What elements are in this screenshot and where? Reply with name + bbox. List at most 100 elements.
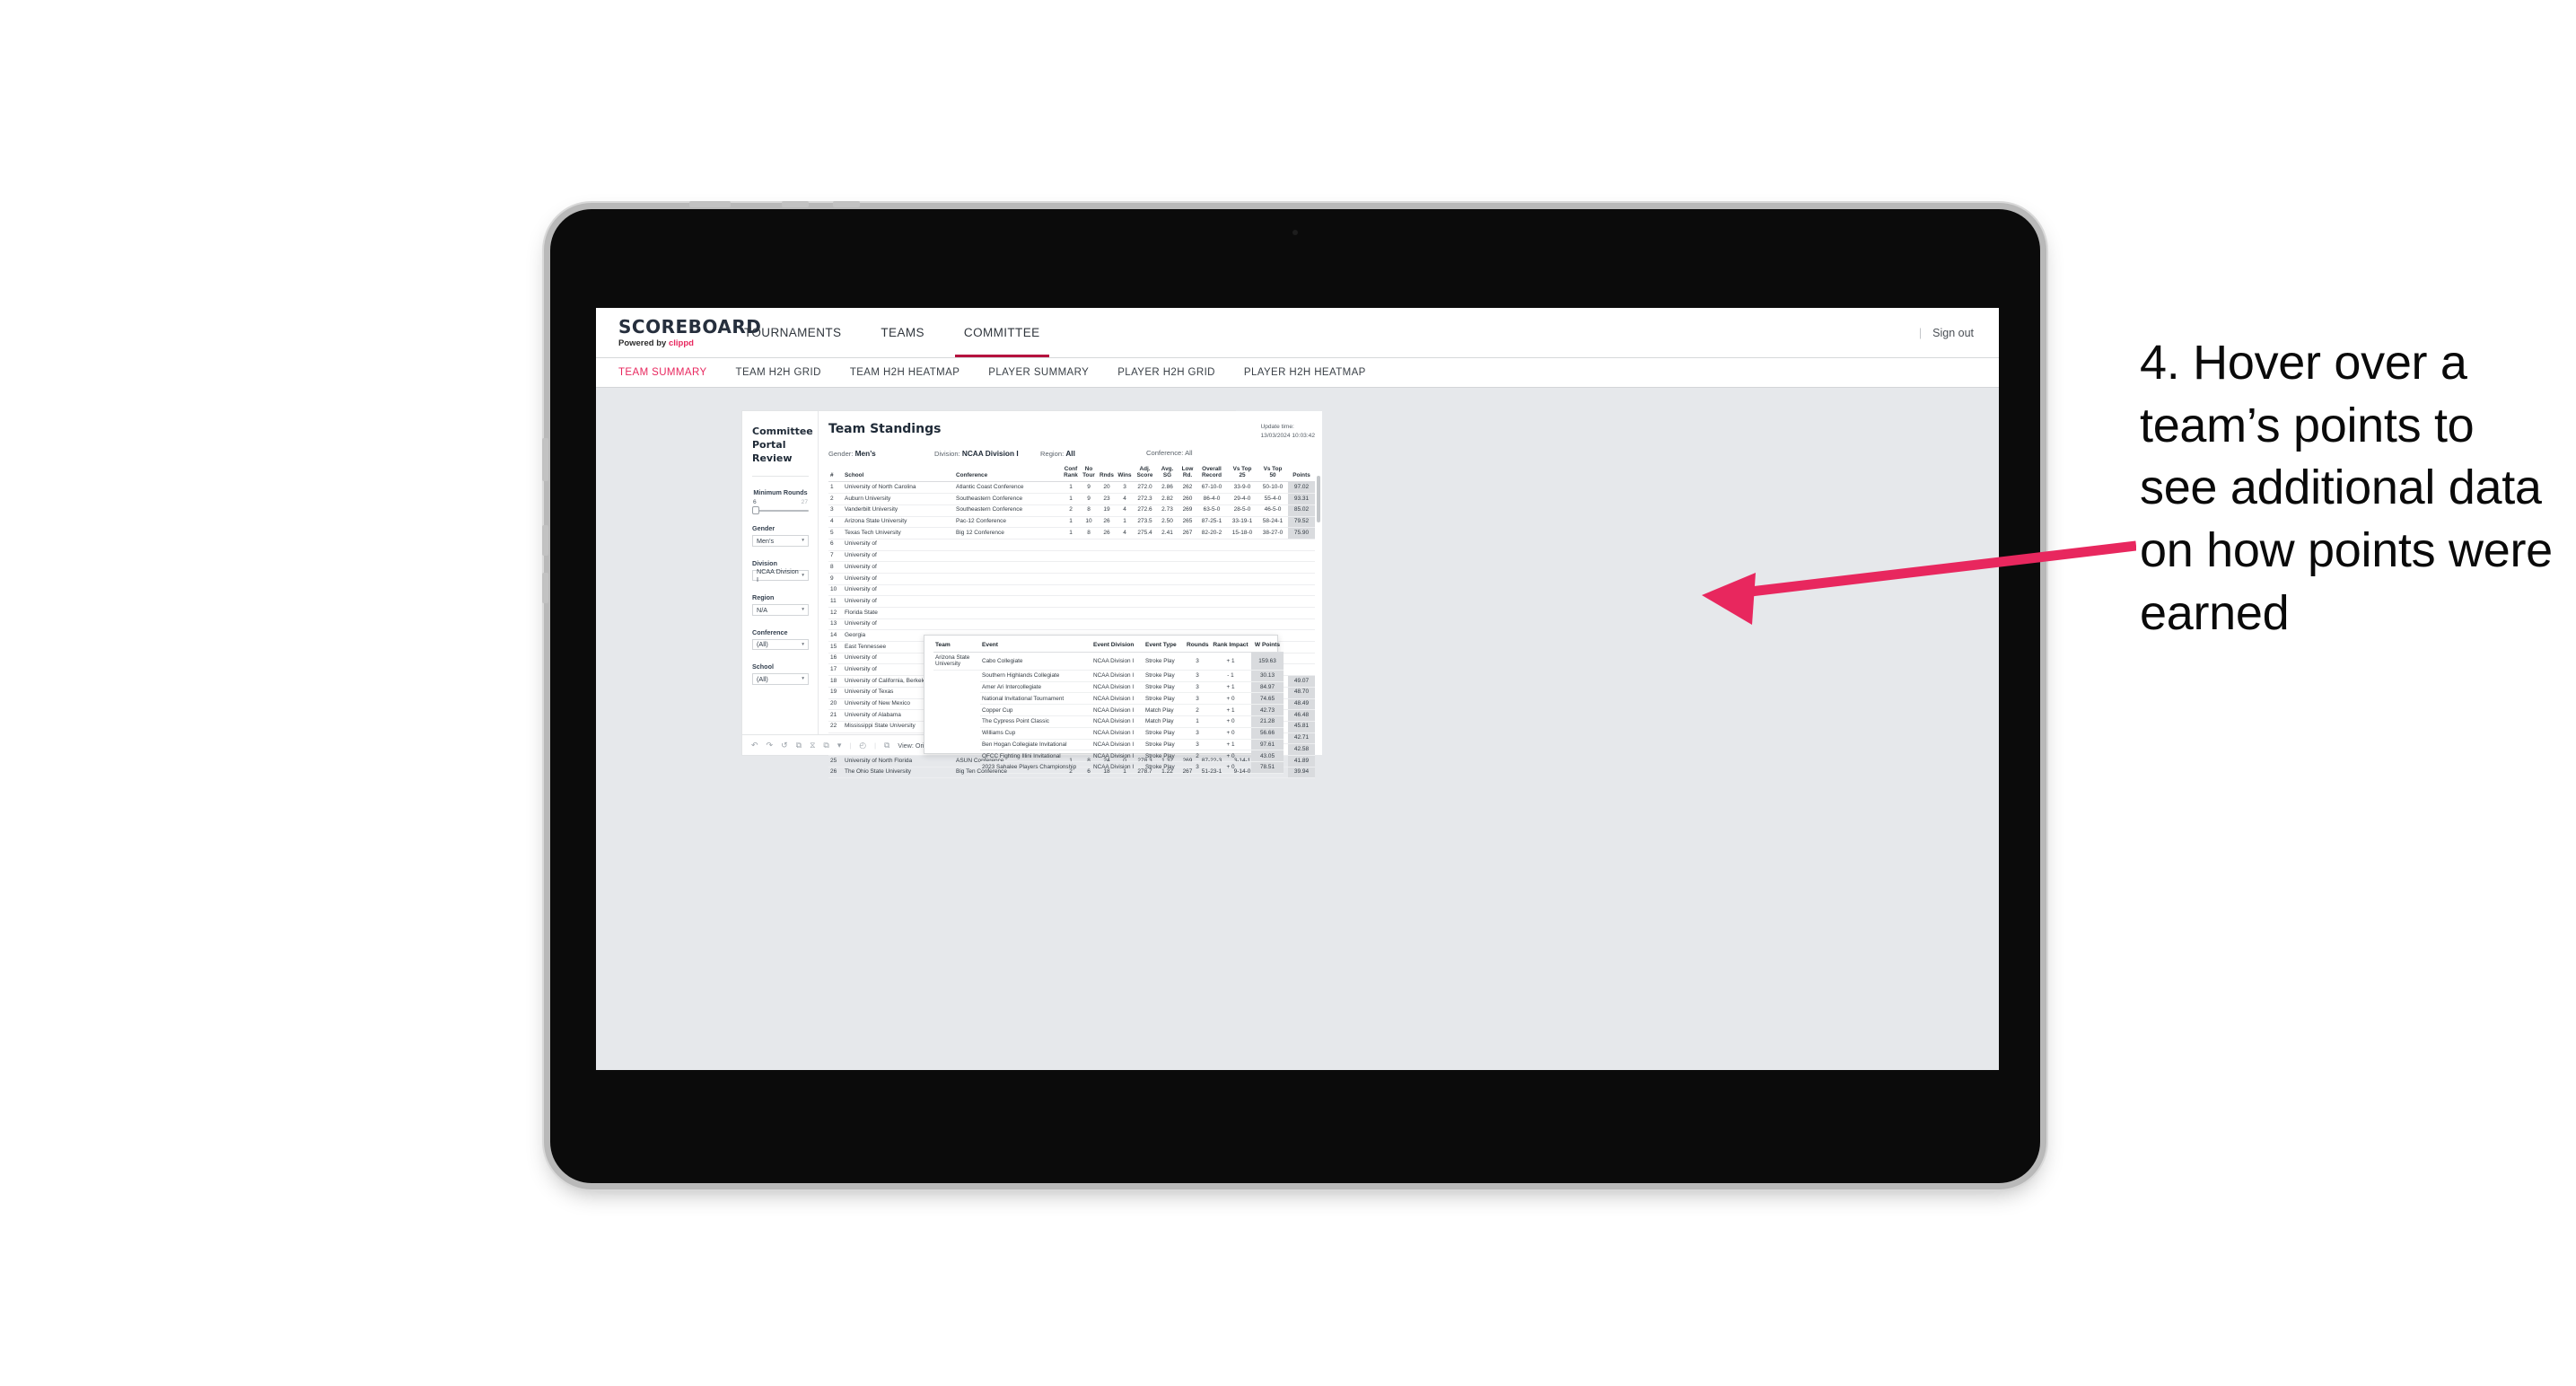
- slider-handle[interactable]: [752, 506, 759, 515]
- tab-team-h2h-grid[interactable]: TEAM H2H GRID: [736, 367, 821, 378]
- cell-points[interactable]: 75.90: [1288, 527, 1315, 539]
- nav-item-tournaments[interactable]: TOURNAMENTS: [724, 308, 861, 357]
- tab-player-h2h-grid[interactable]: PLAYER H2H GRID: [1117, 367, 1215, 378]
- tab-team-summary[interactable]: TEAM SUMMARY: [618, 367, 707, 378]
- cell-points[interactable]: 49.07: [1288, 675, 1315, 688]
- refresh-data-icon[interactable]: ⧉: [796, 741, 802, 750]
- standings-col-no_tour[interactable]: No Tour: [1080, 466, 1098, 483]
- standings-col-rnds[interactable]: Rnds: [1098, 466, 1116, 483]
- standings-col-vs_top_25[interactable]: Vs Top 25: [1227, 466, 1257, 483]
- cell-school: University of: [843, 595, 954, 608]
- table-row[interactable]: 7 University of: [828, 550, 1315, 563]
- table-row[interactable]: 6 University of: [828, 539, 1315, 551]
- cell-points[interactable]: [1288, 629, 1315, 643]
- cell-points[interactable]: [1288, 573, 1315, 585]
- division-select[interactable]: NCAA Division I ▾: [752, 567, 809, 583]
- cell-low_rd: 267: [1178, 527, 1196, 539]
- cell-adj_score: 275.4: [1134, 527, 1156, 539]
- cell-overall_record: 86-4-0: [1196, 493, 1227, 505]
- cell-points[interactable]: 48.70: [1288, 687, 1315, 699]
- table-row[interactable]: 2 Auburn University Southeastern Conferenc…: [828, 493, 1315, 505]
- standings-col-wins[interactable]: Wins: [1116, 466, 1134, 483]
- standings-col-avg_sg[interactable]: Avg. SG: [1156, 466, 1178, 483]
- nav-item-committee[interactable]: COMMITTEE: [944, 308, 1060, 357]
- table-row[interactable]: 1 University of North Carolina Atlantic Co…: [828, 481, 1315, 495]
- cell-points[interactable]: 39.94: [1288, 767, 1315, 779]
- cell-points[interactable]: [1288, 561, 1315, 574]
- minimum-rounds-slider[interactable]: [752, 506, 809, 515]
- nav-item-teams[interactable]: TEAMS: [861, 308, 944, 357]
- table-row[interactable]: 3 Vanderbilt University Southeastern Confe…: [828, 504, 1315, 517]
- chevron-down-icon[interactable]: ▾: [837, 741, 842, 750]
- cell-points[interactable]: 45.81: [1288, 721, 1315, 733]
- standings-col-overall_record[interactable]: Overall Record: [1196, 466, 1227, 483]
- table-row[interactable]: 9 University of: [828, 573, 1315, 585]
- gender-select[interactable]: Men’s ▾: [752, 535, 809, 547]
- device-layout-icon[interactable]: ⧉: [823, 741, 828, 750]
- sign-out-link[interactable]: Sign out: [1932, 327, 1974, 339]
- cell-rank: 3: [828, 504, 843, 517]
- table-scrollbar[interactable]: [1317, 476, 1320, 522]
- table-row[interactable]: 12 Florida State: [828, 607, 1315, 619]
- cell-points[interactable]: [1288, 539, 1315, 551]
- tooltip-row: Arizona State University Cabo Collegiate N…: [933, 652, 1284, 671]
- standings-col-conference[interactable]: Conference: [954, 466, 1062, 483]
- cell-points[interactable]: 97.02: [1288, 481, 1315, 495]
- standings-col-conf_rank[interactable]: Conf Rank: [1062, 466, 1080, 483]
- table-row[interactable]: 13 University of: [828, 618, 1315, 631]
- cell-points[interactable]: [1288, 550, 1315, 563]
- tab-team-h2h-heatmap[interactable]: TEAM H2H HEATMAP: [850, 367, 959, 378]
- pause-updates-icon[interactable]: ⧖: [810, 741, 815, 750]
- cell-points[interactable]: 85.02: [1288, 504, 1315, 517]
- cell-points[interactable]: 42.58: [1288, 743, 1315, 756]
- table-row[interactable]: 11 University of: [828, 595, 1315, 608]
- cell-points[interactable]: 46.48: [1288, 709, 1315, 722]
- cell-adj_score: [1134, 539, 1156, 551]
- cell-vs_top_50: [1257, 595, 1288, 608]
- conference-select[interactable]: (All) ▾: [752, 638, 809, 651]
- school-select[interactable]: (All) ▾: [752, 673, 809, 685]
- cell-points[interactable]: 41.89: [1288, 755, 1315, 768]
- tooltip-event-type: Stroke Play: [1143, 692, 1185, 706]
- cell-rank: 2: [828, 493, 843, 505]
- cell-vs_top_25: 33-9-0: [1227, 481, 1257, 495]
- cell-points[interactable]: 42.71: [1288, 732, 1315, 745]
- undo-icon[interactable]: ↶: [751, 741, 758, 750]
- view-icon[interactable]: ⧉: [884, 741, 889, 750]
- cell-points[interactable]: [1288, 595, 1315, 608]
- tab-player-summary[interactable]: PLAYER SUMMARY: [988, 367, 1089, 378]
- cell-points[interactable]: 93.31: [1288, 493, 1315, 505]
- cell-points[interactable]: [1288, 618, 1315, 631]
- standings-col-rank[interactable]: #: [828, 466, 843, 483]
- app-logo[interactable]: SCOREBOARD Powered by clippd: [596, 308, 761, 357]
- cell-points[interactable]: [1288, 663, 1315, 677]
- redo-icon[interactable]: ↷: [767, 741, 774, 750]
- standings-col-school[interactable]: School: [843, 466, 954, 483]
- table-row[interactable]: 10 University of: [828, 584, 1315, 597]
- standings-col-vs_top_50[interactable]: Vs Top 50: [1257, 466, 1288, 483]
- history-icon[interactable]: ◴: [859, 741, 866, 750]
- division-label: Division: [752, 558, 777, 567]
- standings-col-points[interactable]: Points: [1288, 466, 1315, 483]
- standings-col-adj_score[interactable]: Adj. Score: [1134, 466, 1156, 483]
- cell-points[interactable]: [1288, 607, 1315, 619]
- tooltip-event: OFCC Fighting Illini Invitational: [980, 750, 1091, 763]
- cell-rnds: [1098, 561, 1116, 574]
- revert-icon[interactable]: ↺: [781, 741, 788, 750]
- tooltip-rounds: 2: [1185, 704, 1210, 716]
- region-select[interactable]: N/A ▾: [752, 604, 809, 616]
- cell-points[interactable]: [1288, 653, 1315, 665]
- table-row[interactable]: 8 University of: [828, 561, 1315, 574]
- cell-vs_top_50: [1257, 539, 1288, 551]
- table-row[interactable]: 5 Texas Tech University Big 12 Conference 1…: [828, 527, 1315, 539]
- standings-col-low_rd[interactable]: Low Rd.: [1178, 466, 1196, 483]
- cell-points[interactable]: 79.52: [1288, 516, 1315, 529]
- cell-adj_score: [1134, 595, 1156, 608]
- cell-points[interactable]: 48.49: [1288, 698, 1315, 711]
- table-row[interactable]: 4 Arizona State University Pac-12 Conferen…: [828, 516, 1315, 529]
- cell-wins: 4: [1116, 493, 1134, 505]
- cell-points[interactable]: [1288, 641, 1315, 654]
- toolbar-separator: |: [874, 741, 876, 750]
- cell-points[interactable]: [1288, 584, 1315, 597]
- tab-player-h2h-heatmap[interactable]: PLAYER H2H HEATMAP: [1244, 367, 1366, 378]
